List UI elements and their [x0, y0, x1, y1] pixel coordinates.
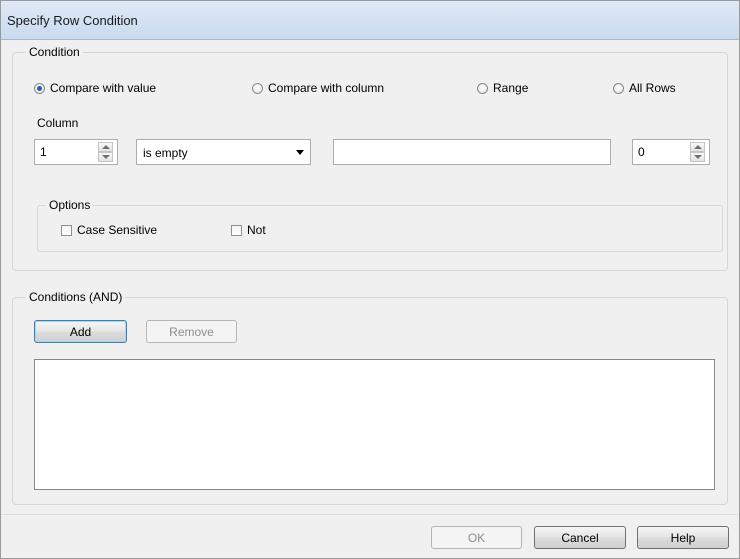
not-checkbox[interactable]: Not	[231, 222, 266, 238]
operator-dropdown[interactable]: is empty	[136, 139, 311, 165]
up-arrow-icon	[694, 145, 702, 149]
number-spinner[interactable]: 0	[632, 139, 710, 165]
all-rows-label: All Rows	[629, 81, 676, 95]
case-sensitive-label: Case Sensitive	[77, 223, 158, 237]
compare-with-column-radio[interactable]: Compare with column	[252, 80, 384, 96]
column-label: Column	[37, 116, 79, 130]
window-title: Specify Row Condition	[7, 13, 138, 28]
options-group-label: Options	[46, 198, 94, 212]
down-arrow-icon	[102, 155, 110, 159]
footer-divider	[1, 514, 739, 515]
checkbox-unchecked-icon	[231, 224, 242, 236]
conditions-list[interactable]	[34, 359, 715, 490]
column-spin-buttons[interactable]	[98, 142, 113, 162]
range-radio[interactable]: Range	[477, 80, 528, 96]
compare-with-column-label: Compare with column	[268, 81, 385, 95]
number-spin-buttons[interactable]	[690, 142, 705, 162]
number-value: 0	[638, 145, 645, 159]
down-arrow-icon	[694, 155, 702, 159]
radio-selected-icon	[34, 82, 45, 94]
radio-unselected-icon	[252, 82, 263, 94]
remove-button[interactable]: Remove	[146, 320, 237, 343]
radio-unselected-icon	[613, 82, 624, 94]
condition-group-label: Condition	[26, 45, 83, 59]
spin-up-button[interactable]	[98, 142, 113, 152]
cancel-button[interactable]: Cancel	[534, 526, 626, 549]
ok-button[interactable]: OK	[431, 526, 522, 549]
spin-up-button[interactable]	[690, 142, 705, 152]
specify-row-condition-dialog: Specify Row Condition Condition Compare …	[0, 0, 740, 559]
compare-value-input[interactable]	[333, 139, 611, 165]
up-arrow-icon	[102, 145, 110, 149]
column-number-spinner[interactable]: 1	[34, 139, 118, 165]
case-sensitive-checkbox[interactable]: Case Sensitive	[61, 222, 157, 238]
help-button[interactable]: Help	[637, 526, 729, 549]
range-label: Range	[493, 81, 529, 95]
operator-value: is empty	[143, 146, 188, 160]
column-number-value: 1	[40, 145, 47, 159]
spin-down-button[interactable]	[98, 152, 113, 162]
compare-with-value-label: Compare with value	[50, 81, 157, 95]
conditions-and-label: Conditions (AND)	[26, 290, 126, 304]
not-label: Not	[247, 223, 266, 237]
compare-with-value-radio[interactable]: Compare with value	[34, 80, 156, 96]
radio-unselected-icon	[477, 82, 488, 94]
all-rows-radio[interactable]: All Rows	[613, 80, 676, 96]
spin-down-button[interactable]	[690, 152, 705, 162]
title-bar[interactable]: Specify Row Condition	[1, 1, 739, 40]
chevron-down-icon	[296, 150, 304, 155]
add-button[interactable]: Add	[34, 320, 127, 343]
checkbox-unchecked-icon	[61, 224, 72, 236]
